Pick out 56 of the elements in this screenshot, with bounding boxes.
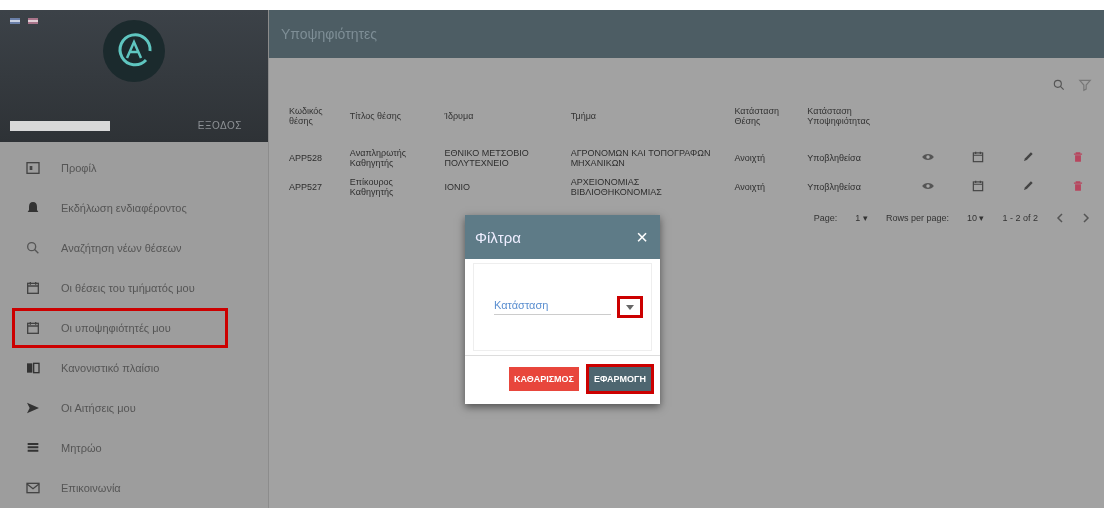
table-cell: APP527	[289, 181, 323, 192]
clear-button[interactable]: ΚΑΘΑΡΙΣΜΟΣ	[506, 364, 582, 394]
table-cell: APP528	[289, 153, 323, 164]
dialog-title: Φίλτρα	[475, 228, 521, 246]
trash-icon[interactable]	[1071, 150, 1085, 165]
column-header: Ίδρυμα	[443, 110, 475, 123]
table-cell: Ανοιχτή	[734, 153, 766, 164]
table-cell: Υποβληθείσα	[807, 153, 861, 164]
table-cell: ΙΟΝΙΟ	[444, 181, 470, 192]
column-header: Τίτλος θέσης	[348, 110, 403, 123]
sidebar-item[interactable]: Προφίλ	[12, 148, 228, 188]
table-cell: Αναπληρωτής Καθηγητής	[349, 148, 407, 169]
table-cell: Υποβληθείσα	[807, 181, 861, 192]
logo-icon	[103, 20, 165, 82]
page-label: Page:	[813, 213, 838, 224]
flag-icon[interactable]	[10, 18, 20, 24]
filter-icon[interactable]	[1078, 78, 1092, 92]
page-range: 1 - 2 of 2	[1002, 213, 1038, 224]
calendar-icon[interactable]	[971, 178, 985, 193]
calendar-icon	[25, 320, 41, 336]
sidebar-item[interactable]: Επικοινωνία	[12, 468, 228, 508]
rows-per-page-select[interactable]: 10 ▾	[966, 213, 985, 224]
sidebar-item[interactable]: Οι υποψηφιότητές μου	[12, 308, 228, 348]
send-icon	[25, 400, 41, 416]
flag-icon[interactable]	[28, 18, 38, 24]
rows-per-page-label: Rows per page:	[885, 213, 949, 224]
column-header: Κατάσταση Θέσης	[733, 106, 780, 128]
column-header: Κατάσταση Υποψηφιότητας	[806, 106, 872, 128]
envelope-icon	[25, 480, 41, 496]
sidebar-item[interactable]: Αναζήτηση νέων θέσεων	[12, 228, 228, 268]
sidebar-item[interactable]: Οι Αιτήσεις μου	[12, 388, 228, 428]
calendar-icon	[25, 280, 41, 296]
search-icon	[25, 240, 41, 256]
sidebar-item[interactable]: Κανονιστικό πλαίσιο	[12, 348, 228, 388]
close-button[interactable]: ×	[636, 225, 648, 249]
page-select[interactable]: 1 ▾	[855, 213, 868, 224]
apply-button[interactable]: ΕΦΑΡΜΟΓΗ	[585, 364, 654, 394]
column-header: Κωδικός θέσης	[288, 106, 324, 128]
caret-icon	[626, 304, 634, 310]
sidebar-item[interactable]: Οι θέσεις του τμήματός μου	[12, 268, 228, 308]
column-header: Τμήμα	[569, 110, 598, 123]
trash-icon[interactable]	[1071, 178, 1085, 193]
calendar-icon[interactable]	[971, 150, 985, 165]
table-cell: ΑΡΧΕΙΟΝΟΜΙΑΣ ΒΙΒΛΙΟΘΗΚΟΝΟΜΙΑΣ	[570, 176, 662, 198]
previous-page-icon[interactable]	[1056, 213, 1064, 224]
book-icon	[25, 360, 41, 376]
search-icon[interactable]	[1052, 78, 1066, 92]
id-card-icon	[25, 160, 41, 176]
logout-button[interactable]: ΕΞΟΔΟΣ	[191, 119, 248, 132]
table-cell: ΕΘΝΙΚΟ ΜΕΤΣΟΒΙΟ ΠΟΛΥΤΕΧΝΕΙΟ	[444, 148, 529, 169]
table-cell: Επίκουρος Καθηγητής	[349, 176, 394, 198]
sidebar-item[interactable]: Μητρώο	[12, 428, 228, 468]
next-page-icon[interactable]	[1082, 213, 1090, 224]
sidebar-item[interactable]: Εκδήλωση ενδιαφέροντος	[12, 188, 228, 228]
table-cell: Ανοιχτή	[734, 181, 766, 192]
table-cell: ΑΓΡΟΝΟΜΩΝ ΚΑΙ ΤΟΠΟΓΡΑΦΩΝ ΜΗΧΑΝΙΚΩΝ	[570, 148, 711, 169]
